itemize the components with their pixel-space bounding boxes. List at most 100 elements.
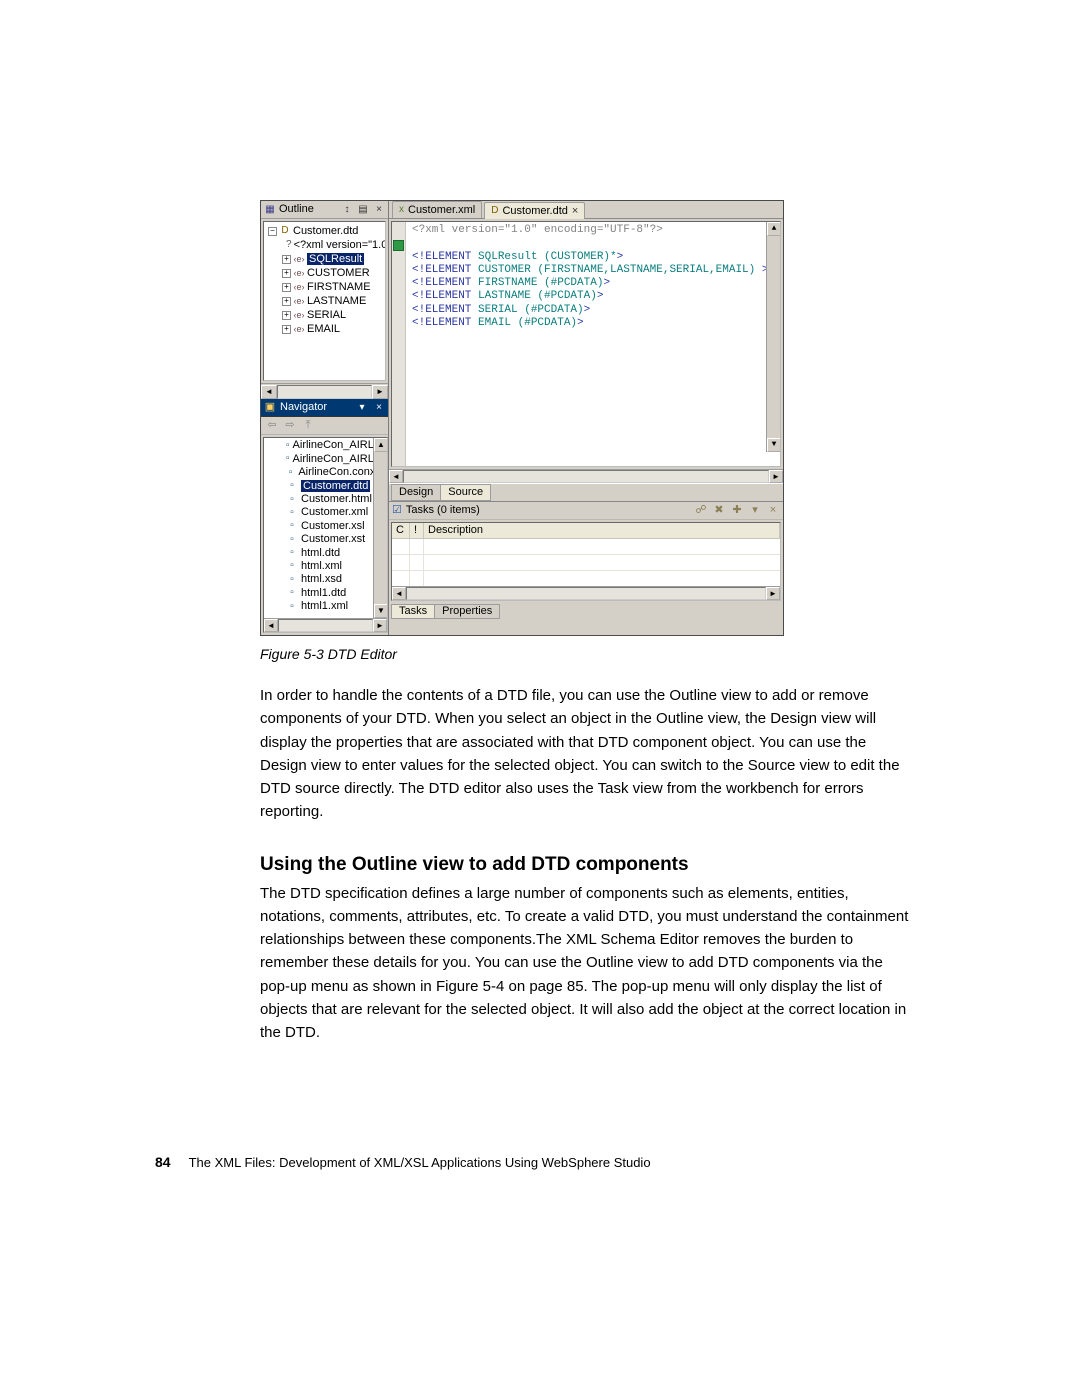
editor-vscrollbar[interactable]: ▲ ▼ <box>766 222 780 452</box>
navigator-titlebar: ▣ Navigator ▾ × <box>261 399 388 417</box>
navigator-item-label: Customer.xml <box>301 506 368 519</box>
scroll-down-icon[interactable]: ▼ <box>767 438 781 452</box>
outline-close-icon[interactable]: × <box>372 203 386 217</box>
tree-expand-icon[interactable]: + <box>282 325 291 334</box>
scroll-left-icon[interactable]: ◄ <box>264 619 278 632</box>
navigator-item-label: Customer.dtd <box>301 480 370 493</box>
navigator-item[interactable]: ▫html.xsd <box>264 573 387 586</box>
nav-back-icon[interactable]: ⇦ <box>265 419 279 432</box>
tree-element[interactable]: +‹e›EMAIL <box>266 322 385 336</box>
navigator-vscrollbar[interactable]: ▲ ▼ <box>373 438 387 618</box>
tree-expand-icon[interactable]: + <box>282 269 291 278</box>
navigator-hscrollbar[interactable]: ◄ ► <box>264 618 387 632</box>
tasks-delete-icon[interactable]: ✖ <box>712 504 726 517</box>
outline-hscrollbar[interactable]: ◄ ► <box>261 383 388 399</box>
tasks-hscrollbar[interactable]: ◄ ► <box>392 586 780 600</box>
navigator-title: Navigator <box>280 401 352 414</box>
tab-close-icon[interactable]: × <box>572 205 578 218</box>
tree-element[interactable]: +‹e›CUSTOMER <box>266 266 385 280</box>
file-icon: ▫ <box>286 547 298 559</box>
scroll-right-icon[interactable]: ► <box>373 619 387 632</box>
editor-tab-customer-dtd[interactable]: D Customer.dtd × <box>484 202 585 219</box>
scroll-up-icon[interactable]: ▲ <box>374 438 388 452</box>
navigator-item-label: html.xml <box>301 560 342 573</box>
section-heading: Using the Outline view to add DTD compon… <box>260 854 917 876</box>
navigator-item[interactable]: ▫Customer.dtd <box>264 479 387 492</box>
nav-forward-icon[interactable]: ⇨ <box>283 419 297 432</box>
xml-file-icon: x <box>399 204 404 216</box>
tree-expand-icon[interactable]: + <box>282 283 291 292</box>
editor-tab-customer-xml[interactable]: x Customer.xml <box>392 201 482 218</box>
file-icon: ▫ <box>286 494 298 506</box>
tasks-menu-icon[interactable]: ▾ <box>748 504 762 517</box>
navigator-item[interactable]: ▫Customer.xst <box>264 533 387 546</box>
navigator-item[interactable]: ▫Customer.xml <box>264 506 387 519</box>
element-icon: ‹e› <box>293 268 305 278</box>
editor-hscrollbar[interactable]: ◄ ► <box>389 469 783 483</box>
editor-gutter <box>392 222 406 466</box>
tree-expand-icon[interactable]: + <box>282 311 291 320</box>
scroll-up-icon[interactable]: ▲ <box>767 222 781 236</box>
tasks-filter-icon[interactable]: ☍ <box>694 504 708 517</box>
scroll-right-icon[interactable]: ► <box>766 587 780 600</box>
navigator-item[interactable]: ▫AirlineCon_AIRLINE. <box>264 439 387 452</box>
tree-element[interactable]: +‹e›SERIAL <box>266 308 385 322</box>
tasks-title: Tasks (0 items) <box>406 504 690 517</box>
tree-root[interactable]: − D Customer.dtd <box>266 224 385 238</box>
editor-area: x Customer.xml D Customer.dtd × <?xml ve… <box>389 201 783 619</box>
tasks-col-completed[interactable]: C <box>392 523 410 538</box>
tree-expand-icon[interactable]: + <box>282 255 291 264</box>
file-icon: ▫ <box>286 587 298 599</box>
source-line <box>412 237 776 250</box>
navigator-item-label: Customer.xsl <box>301 520 365 533</box>
navigator-item[interactable]: ▫html1.xml <box>264 600 387 613</box>
navigator-item[interactable]: ▫AirlineCon_AIRLINE. <box>264 452 387 465</box>
bottom-tab-properties[interactable]: Properties <box>435 604 500 619</box>
tree-xmldecl[interactable]: ? <?xml version="1.0" en <box>266 238 385 252</box>
navigator-item[interactable]: ▫html.xml <box>264 560 387 573</box>
tasks-new-icon[interactable]: ✚ <box>730 504 744 517</box>
navigator-item[interactable]: ▫html1.dtd <box>264 586 387 599</box>
navigator-item[interactable]: ▫html.dtd <box>264 546 387 559</box>
source-line: <!ELEMENT EMAIL (#PCDATA)> <box>412 317 776 330</box>
navigator-item[interactable]: ▫Customer.xsl <box>264 519 387 532</box>
tree-collapse-icon[interactable]: − <box>268 227 277 236</box>
tree-element-label: EMAIL <box>307 323 340 336</box>
scroll-left-icon[interactable]: ◄ <box>389 470 403 483</box>
outline-tree[interactable]: − D Customer.dtd ? <?xml version="1.0" e… <box>263 221 386 381</box>
nav-up-icon[interactable]: ⤒ <box>301 419 315 432</box>
navigator-close-icon[interactable]: × <box>372 401 386 415</box>
navigator-item-label: Customer.html <box>301 493 372 506</box>
tasks-table[interactable]: C ! Description ◄ ► <box>391 522 781 601</box>
file-icon: ▫ <box>286 520 298 532</box>
tab-design[interactable]: Design <box>391 484 441 501</box>
outline-sort-b-icon[interactable]: ▤ <box>356 203 370 217</box>
scroll-down-icon[interactable]: ▼ <box>374 604 388 618</box>
navigator-item[interactable]: ▫Customer.html <box>264 493 387 506</box>
tree-element[interactable]: +‹e›SQLResult <box>266 252 385 266</box>
navigator-panel: ▣ Navigator ▾ × ⇦ ⇨ ⤒ ▫AirlineCon_AIRLIN… <box>261 399 389 635</box>
tasks-close-icon[interactable]: × <box>766 504 780 517</box>
navigator-list[interactable]: ▫AirlineCon_AIRLINE.▫AirlineCon_AIRLINE.… <box>263 437 388 633</box>
scroll-right-icon[interactable]: ► <box>769 470 783 483</box>
tab-source[interactable]: Source <box>441 484 491 501</box>
outline-sort-a-icon[interactable]: ↕ <box>340 203 354 217</box>
tree-element[interactable]: +‹e›LASTNAME <box>266 294 385 308</box>
bottom-tab-tasks[interactable]: Tasks <box>391 604 435 619</box>
tree-element-label: SQLResult <box>307 253 364 266</box>
navigator-menu-icon[interactable]: ▾ <box>355 401 369 415</box>
scroll-left-icon[interactable]: ◄ <box>261 385 277 399</box>
source-line: <!ELEMENT SQLResult (CUSTOMER)*> <box>412 251 776 264</box>
source-editor[interactable]: <?xml version="1.0" encoding="UTF-8"?><!… <box>391 221 781 467</box>
scroll-right-icon[interactable]: ► <box>372 385 388 399</box>
tasks-col-description[interactable]: Description <box>424 523 780 538</box>
scroll-left-icon[interactable]: ◄ <box>392 587 406 600</box>
tree-expand-icon[interactable]: + <box>282 297 291 306</box>
file-icon: ▫ <box>286 467 295 479</box>
tasks-col-priority[interactable]: ! <box>410 523 424 538</box>
tree-element[interactable]: +‹e›FIRSTNAME <box>266 280 385 294</box>
navigator-item[interactable]: ▫AirlineCon.conxmi <box>264 466 387 479</box>
file-icon: ▫ <box>286 440 290 452</box>
page-number: 84 <box>155 1154 171 1170</box>
navigator-toolbar: ⇦ ⇨ ⤒ <box>261 417 388 435</box>
